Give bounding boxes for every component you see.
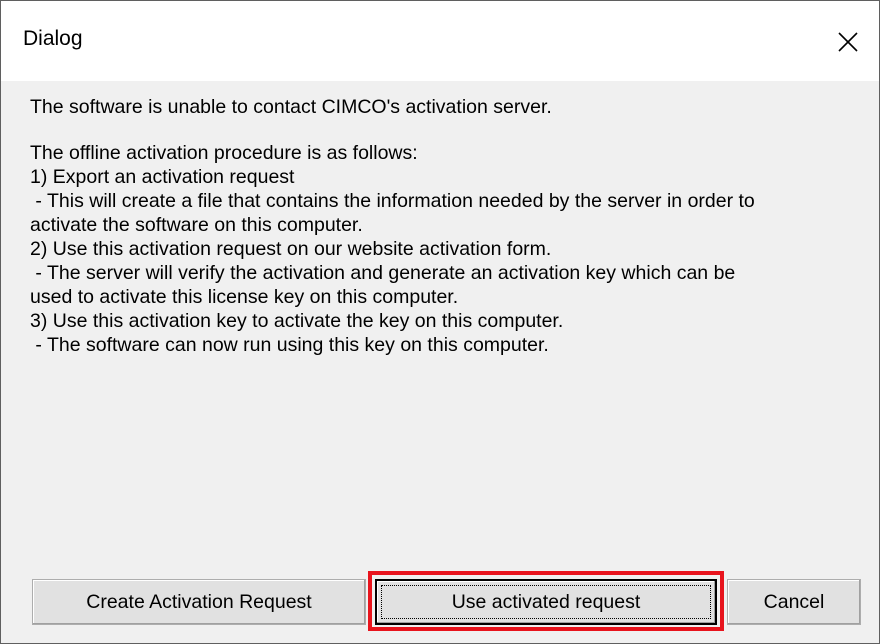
title-bar: Dialog	[1, 1, 879, 81]
activation-message: The software is unable to contact CIMCO'…	[30, 95, 860, 357]
message-line: The offline activation procedure is as f…	[30, 142, 418, 164]
cancel-label: Cancel	[763, 590, 825, 613]
message-line: The software is unable to contact CIMCO'…	[30, 96, 552, 118]
message-line: 3) Use this activation key to activate t…	[30, 310, 564, 332]
message-line: - The software can now run using this ke…	[30, 334, 549, 356]
close-button[interactable]	[823, 1, 879, 81]
dialog-content: The software is unable to contact CIMCO'…	[1, 81, 879, 643]
cancel-button[interactable]: Cancel	[727, 579, 861, 625]
message-line: 1) Export an activation request	[30, 166, 295, 188]
message-gap	[30, 119, 860, 141]
close-icon	[838, 32, 858, 52]
message-line: - The server will verify the activation …	[30, 262, 736, 284]
create-activation-request-label: Create Activation Request	[86, 590, 312, 613]
window-title: Dialog	[23, 27, 83, 50]
message-line: activate the software on this computer.	[30, 214, 363, 236]
create-activation-request-button[interactable]: Create Activation Request	[32, 579, 366, 625]
message-line: 2) Use this activation request on our we…	[30, 238, 552, 260]
dialog-window: Dialog The software is unable to contact…	[0, 0, 880, 644]
focus-ring	[381, 585, 711, 619]
use-activated-request-button[interactable]: Use activated request	[375, 579, 717, 625]
message-line: - This will create a file that contains …	[30, 190, 755, 212]
message-line: used to activate this license key on thi…	[30, 286, 459, 308]
